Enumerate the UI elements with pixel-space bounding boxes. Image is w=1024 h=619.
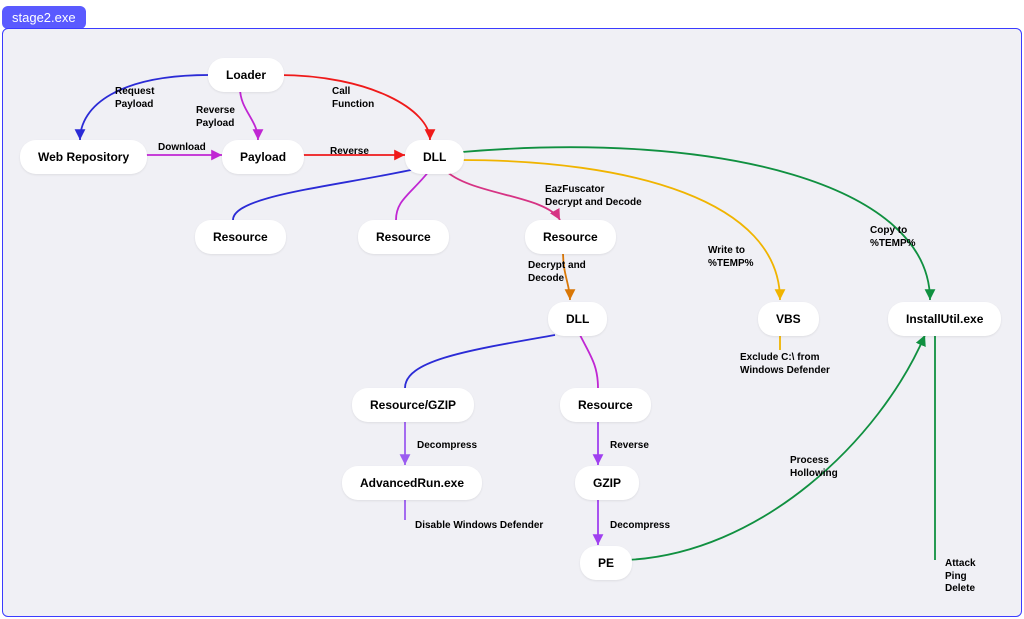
label-download: Download — [158, 142, 206, 155]
node-web-repository: Web Repository — [20, 140, 147, 174]
label-decompress-1: Decompress — [417, 440, 477, 453]
node-resource-4: Resource — [560, 388, 651, 422]
label-copy-temp: Copy to%TEMP% — [870, 225, 916, 250]
label-process-hollowing: ProcessHollowing — [790, 455, 838, 480]
node-resource-gzip: Resource/GZIP — [352, 388, 474, 422]
label-decompress-2: Decompress — [610, 520, 670, 533]
label-write-temp: Write to%TEMP% — [708, 245, 754, 270]
label-attack-ping-delete: AttackPingDelete — [945, 558, 976, 596]
node-dll-1: DLL — [405, 140, 464, 174]
node-advancedrun: AdvancedRun.exe — [342, 466, 482, 500]
label-call-function: CallFunction — [332, 86, 374, 111]
label-decrypt-decode: Decrypt andDecode — [528, 260, 586, 285]
node-resource-1: Resource — [195, 220, 286, 254]
node-loader: Loader — [208, 58, 284, 92]
node-resource-3: Resource — [525, 220, 616, 254]
node-installutil: InstallUtil.exe — [888, 302, 1001, 336]
node-pe: PE — [580, 546, 632, 580]
label-request-payload: RequestPayload — [115, 86, 154, 111]
label-reverse: Reverse — [330, 146, 369, 159]
node-dll-2: DLL — [548, 302, 607, 336]
label-disable-wd: Disable Windows Defender — [415, 520, 543, 533]
node-resource-2: Resource — [358, 220, 449, 254]
diagram-title-badge: stage2.exe — [2, 6, 86, 29]
label-exclude-c: Exclude C:\ fromWindows Defender — [740, 352, 830, 377]
node-vbs: VBS — [758, 302, 819, 336]
label-reverse-payload: ReversePayload — [196, 105, 235, 130]
node-gzip: GZIP — [575, 466, 639, 500]
label-eazfuscator: EazFuscatorDecrypt and Decode — [545, 184, 642, 209]
node-payload: Payload — [222, 140, 304, 174]
label-reverse-2: Reverse — [610, 440, 649, 453]
